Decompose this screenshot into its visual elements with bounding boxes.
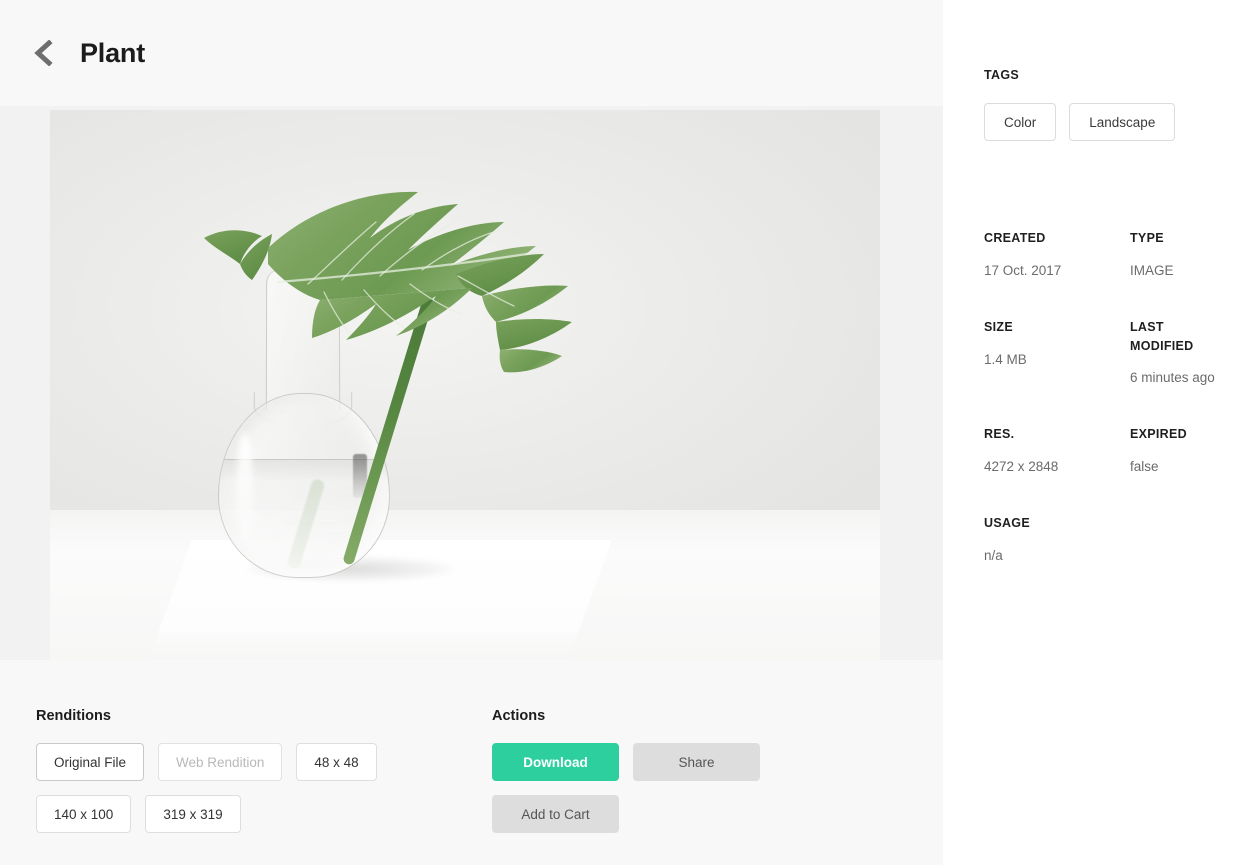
asset-preview-image[interactable] bbox=[50, 110, 880, 660]
download-button[interactable]: Download bbox=[492, 743, 619, 781]
vase-highlight bbox=[237, 433, 253, 543]
actions-heading: Actions bbox=[492, 708, 892, 724]
tags-row: Color Landscape bbox=[984, 103, 1256, 141]
tag-color[interactable]: Color bbox=[984, 103, 1056, 141]
metadata-grid: CREATED 17 Oct. 2017 TYPE IMAGE SIZE 1.4… bbox=[984, 229, 1256, 603]
metadata-value: 17 Oct. 2017 bbox=[984, 263, 1130, 278]
metadata-key: LAST MODIFIED bbox=[1130, 318, 1226, 356]
add-to-cart-button[interactable]: Add to Cart bbox=[492, 795, 619, 833]
rendition-319x319[interactable]: 319 x 319 bbox=[145, 795, 240, 833]
metadata-key: SIZE bbox=[984, 318, 1080, 337]
metadata-size: SIZE 1.4 MB bbox=[984, 318, 1130, 426]
metadata-usage: USAGE n/a bbox=[984, 514, 1130, 603]
renditions-panel: Renditions Original File Web Rendition 4… bbox=[36, 708, 492, 865]
metadata-created: CREATED 17 Oct. 2017 bbox=[984, 229, 1130, 318]
renditions-button-row: Original File Web Rendition 48 x 48 140 … bbox=[36, 743, 456, 833]
details-sidebar: TAGS Color Landscape CREATED 17 Oct. 201… bbox=[943, 0, 1256, 865]
metadata-key: TYPE bbox=[1130, 229, 1226, 248]
metadata-key: RES. bbox=[984, 425, 1080, 444]
metadata-type: TYPE IMAGE bbox=[1130, 229, 1256, 318]
tag-landscape[interactable]: Landscape bbox=[1069, 103, 1175, 141]
metadata-value: false bbox=[1130, 459, 1256, 474]
rendition-original-file[interactable]: Original File bbox=[36, 743, 144, 781]
plant-photo bbox=[50, 110, 880, 660]
metadata-expired: EXPIRED false bbox=[1130, 425, 1256, 514]
asset-detail-page: Plant Renditions Original File Web Rendi… bbox=[0, 0, 1256, 865]
metadata-key: CREATED bbox=[984, 229, 1080, 248]
vase-body bbox=[218, 393, 390, 578]
actions-panel: Actions Download Share Add to Cart bbox=[492, 708, 892, 865]
metadata-value: 6 minutes ago bbox=[1130, 370, 1256, 385]
rendition-48x48[interactable]: 48 x 48 bbox=[296, 743, 376, 781]
page-header: Plant bbox=[0, 0, 943, 106]
monstera-leaf bbox=[200, 188, 620, 408]
back-button[interactable] bbox=[26, 36, 60, 70]
chevron-left-icon bbox=[32, 40, 54, 66]
metadata-last-modified: LAST MODIFIED 6 minutes ago bbox=[1130, 318, 1256, 426]
metadata-key: EXPIRED bbox=[1130, 425, 1226, 444]
metadata-key: USAGE bbox=[984, 514, 1080, 533]
metadata-value: 1.4 MB bbox=[984, 352, 1130, 367]
rendition-140x100[interactable]: 140 x 100 bbox=[36, 795, 131, 833]
bottom-panel: Renditions Original File Web Rendition 4… bbox=[0, 660, 943, 865]
preview-stage bbox=[0, 106, 943, 660]
main-column: Plant Renditions Original File Web Rendi… bbox=[0, 0, 943, 865]
renditions-heading: Renditions bbox=[36, 708, 492, 724]
metadata-resolution: RES. 4272 x 2848 bbox=[984, 425, 1130, 514]
metadata-value: IMAGE bbox=[1130, 263, 1256, 278]
tags-label: TAGS bbox=[984, 68, 1256, 82]
rendition-web-rendition: Web Rendition bbox=[158, 743, 282, 781]
metadata-value: 4272 x 2848 bbox=[984, 459, 1130, 474]
table-surface bbox=[50, 510, 880, 660]
page-title: Plant bbox=[80, 40, 145, 67]
actions-button-row: Download Share Add to Cart bbox=[492, 743, 892, 833]
metadata-value: n/a bbox=[984, 548, 1130, 563]
share-button[interactable]: Share bbox=[633, 743, 760, 781]
